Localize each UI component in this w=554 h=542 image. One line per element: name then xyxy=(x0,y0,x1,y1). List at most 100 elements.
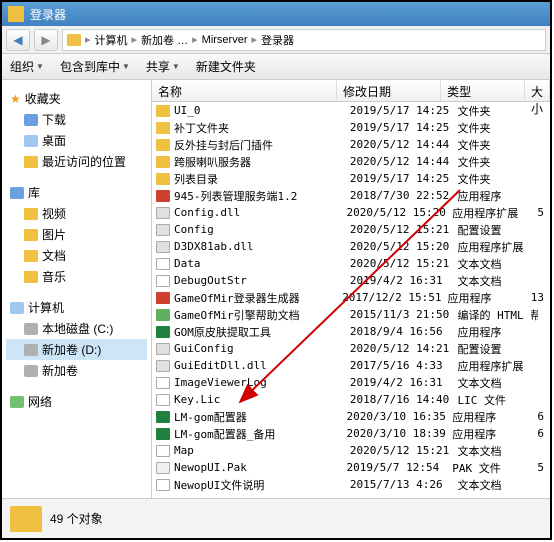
file-icon xyxy=(156,343,170,355)
column-headers[interactable]: 名称 修改日期 类型 大小 xyxy=(152,80,550,102)
file-row[interactable]: NewopUI文件说明2015/7/13 4:26文本文档 xyxy=(152,476,550,493)
file-name: NewopUI.Pak xyxy=(174,461,247,474)
file-row[interactable]: GameOfMir登录器生成器2017/12/2 15:51应用程序13 xyxy=(152,289,550,306)
statusbar: 49 个对象 xyxy=(2,498,550,538)
libraries-group[interactable]: 库 xyxy=(6,182,147,203)
file-row[interactable]: NewopUI.Pak2019/5/7 12:54PAK 文件5 xyxy=(152,459,550,476)
file-row[interactable]: LM-gom配置器_备用2020/3/10 18:39应用程序6 xyxy=(152,425,550,442)
newfolder-button[interactable]: 新建文件夹 xyxy=(196,58,256,75)
file-date: 2020/5/12 15:21 xyxy=(344,444,452,457)
favorites-group[interactable]: ★收藏夹 xyxy=(6,88,147,109)
file-name: GOM原皮肤提取工具 xyxy=(174,324,271,340)
file-row[interactable]: 945-列表管理服务端1.22018/7/30 22:52应用程序 xyxy=(152,187,550,204)
file-icon xyxy=(156,139,170,151)
file-row[interactable]: 列表目录2019/5/17 14:25文件夹 xyxy=(152,170,550,187)
file-row[interactable]: Key.Lic2018/7/16 14:40LIC 文件 xyxy=(152,391,550,408)
file-icon xyxy=(156,224,170,236)
file-date: 2019/5/17 14:25 xyxy=(344,172,452,185)
file-size: 13 xyxy=(525,291,550,304)
file-row[interactable]: GameOfMir引擎帮助文档2015/11/3 21:50编译的 HTML 帮 xyxy=(152,306,550,323)
file-date: 2017/12/2 15:51 xyxy=(336,291,441,304)
breadcrumb[interactable]: 登录器 xyxy=(261,32,294,48)
file-row[interactable]: UI_02019/5/17 14:25文件夹 xyxy=(152,102,550,119)
file-row[interactable]: Data2020/5/12 15:21文本文档 xyxy=(152,255,550,272)
sidebar-item-videos[interactable]: 视频 xyxy=(6,203,147,224)
sidebar-item-recent[interactable]: 最近访问的位置 xyxy=(6,151,147,172)
file-row[interactable]: GuiEditDll.dll2017/5/16 4:33应用程序扩展 xyxy=(152,357,550,374)
file-date: 2019/5/7 12:54 xyxy=(341,461,447,474)
file-date: 2020/5/12 15:20 xyxy=(344,240,452,253)
file-type: 文件夹 xyxy=(451,103,538,119)
file-icon xyxy=(156,428,170,440)
sidebar-item-desktop[interactable]: 桌面 xyxy=(6,130,147,151)
file-row[interactable]: GuiConfig 2020/5/12 14:21配置设置 xyxy=(152,340,550,357)
col-name[interactable]: 名称 xyxy=(152,80,337,101)
file-date: 2018/9/4 16:56 xyxy=(344,325,452,338)
file-type: 应用程序 xyxy=(451,188,538,204)
file-name: Data xyxy=(174,257,201,270)
file-row[interactable]: DebugOutStr2019/4/2 16:31文本文档 xyxy=(152,272,550,289)
toolbar: 组织▼ 包含到库中▼ 共享▼ 新建文件夹 xyxy=(2,54,550,80)
file-name: LM-gom配置器 xyxy=(174,409,247,425)
file-date: 2018/7/16 14:40 xyxy=(344,393,452,406)
include-button[interactable]: 包含到库中▼ xyxy=(60,58,130,75)
sidebar-item-drive-c[interactable]: 本地磁盘 (C:) xyxy=(6,318,147,339)
sidebar-item-drive-e[interactable]: 新加卷 xyxy=(6,360,147,381)
back-button[interactable]: ◀ xyxy=(6,29,30,51)
computer-group[interactable]: 计算机 xyxy=(6,297,147,318)
sidebar-item-pictures[interactable]: 图片 xyxy=(6,224,147,245)
organize-button[interactable]: 组织▼ xyxy=(10,58,44,75)
file-icon xyxy=(156,445,170,457)
file-row[interactable]: 反外挂与封后门插件2020/5/12 14:44文件夹 xyxy=(152,136,550,153)
file-date: 2019/5/17 14:25 xyxy=(344,104,452,117)
file-type: 应用程序扩展 xyxy=(451,239,538,255)
share-button[interactable]: 共享▼ xyxy=(146,58,180,75)
col-type[interactable]: 类型 xyxy=(441,80,525,101)
sidebar-item-downloads[interactable]: 下载 xyxy=(6,109,147,130)
file-list: 名称 修改日期 类型 大小 UI_02019/5/17 14:25文件夹补丁文件… xyxy=(152,80,550,498)
breadcrumb[interactable]: 新加卷 … xyxy=(141,32,188,48)
file-date: 2019/4/2 16:31 xyxy=(344,376,452,389)
file-row[interactable]: 跨服喇叭服务器2020/5/12 14:44文件夹 xyxy=(152,153,550,170)
address-bar[interactable]: ▸ 计算机 ▸ 新加卷 … ▸ Mirserver ▸ 登录器 xyxy=(62,29,546,51)
file-date: 2020/5/12 15:20 xyxy=(341,206,447,219)
file-icon xyxy=(156,394,170,406)
file-name: GuiConfig xyxy=(174,342,234,355)
network-group[interactable]: 网络 xyxy=(6,391,147,412)
file-row[interactable]: ImageViewerLog2019/4/2 16:31文本文档 xyxy=(152,374,550,391)
file-name: LM-gom配置器_备用 xyxy=(174,426,275,442)
file-icon xyxy=(156,258,170,270)
file-type: 配置设置 xyxy=(451,341,538,357)
file-row[interactable]: Config.dll2020/5/12 15:20应用程序扩展5 xyxy=(152,204,550,221)
file-date: 2020/5/12 14:44 xyxy=(344,155,452,168)
file-date: 2015/11/3 21:50 xyxy=(344,308,452,321)
file-row[interactable]: GOM原皮肤提取工具2018/9/4 16:56应用程序 xyxy=(152,323,550,340)
file-date: 2019/5/17 14:25 xyxy=(344,121,452,134)
file-icon xyxy=(156,122,170,134)
file-icon xyxy=(156,173,170,185)
file-type: 文件夹 xyxy=(451,120,538,136)
file-type: 文件夹 xyxy=(451,137,538,153)
file-type: 文本文档 xyxy=(451,273,538,289)
sidebar-item-drive-d[interactable]: 新加卷 (D:) xyxy=(6,339,147,360)
sidebar: ★收藏夹 下载 桌面 最近访问的位置 库 视频 图片 文档 音乐 计算机 本地磁… xyxy=(2,80,152,498)
col-date[interactable]: 修改日期 xyxy=(337,80,441,101)
file-date: 2020/5/12 15:21 xyxy=(344,257,452,270)
sidebar-item-documents[interactable]: 文档 xyxy=(6,245,147,266)
file-row[interactable]: D3DX81ab.dll2020/5/12 15:20应用程序扩展 xyxy=(152,238,550,255)
file-name: NewopUI文件说明 xyxy=(174,477,264,493)
file-row[interactable]: LM-gom配置器2020/3/10 16:35应用程序6 xyxy=(152,408,550,425)
sidebar-item-music[interactable]: 音乐 xyxy=(6,266,147,287)
file-date: 2020/5/12 14:21 xyxy=(344,342,452,355)
file-size: 6 xyxy=(531,410,550,423)
col-size[interactable]: 大小 xyxy=(525,80,550,101)
breadcrumb[interactable]: 计算机 xyxy=(95,32,128,48)
file-row[interactable]: Config2020/5/12 15:21配置设置 xyxy=(152,221,550,238)
breadcrumb[interactable]: Mirserver xyxy=(202,34,248,46)
file-name: Key.Lic xyxy=(174,393,220,406)
file-row[interactable]: Map2020/5/12 15:21文本文档 xyxy=(152,442,550,459)
file-row[interactable]: 补丁文件夹2019/5/17 14:25文件夹 xyxy=(152,119,550,136)
file-name: Map xyxy=(174,444,194,457)
titlebar: 登录器 xyxy=(2,2,550,26)
forward-button[interactable]: ▶ xyxy=(34,29,58,51)
